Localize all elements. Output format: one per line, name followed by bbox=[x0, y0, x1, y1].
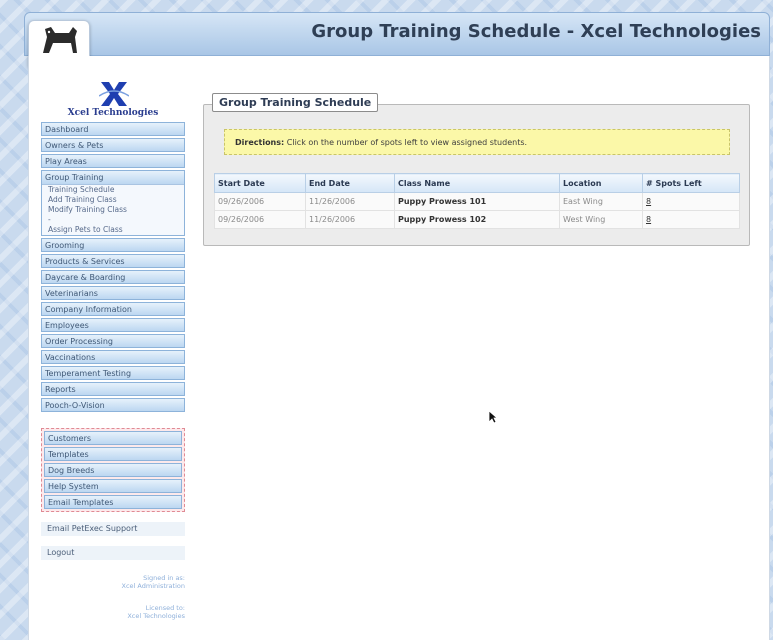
sidebar-item-play-areas[interactable]: Play Areas bbox=[41, 154, 185, 168]
sidebar-item-employees[interactable]: Employees bbox=[41, 318, 185, 332]
sidebar-item-daycare-boarding[interactable]: Daycare & Boarding bbox=[41, 270, 185, 284]
licensed-company: Xcel Technologies bbox=[127, 612, 185, 620]
sidebar-subitem-add-training-class[interactable]: Add Training Class bbox=[42, 195, 184, 205]
sidebar-subitem-assign-pets[interactable]: Assign Pets to Class bbox=[42, 225, 184, 235]
end-date-cell: 11/26/2006 bbox=[305, 210, 395, 229]
directions-label: Directions: bbox=[235, 138, 285, 147]
class-name-cell: Puppy Prowess 101 bbox=[394, 192, 560, 211]
sidebar-item-grooming[interactable]: Grooming bbox=[41, 238, 185, 252]
main-nav: Dashboard Owners & Pets Play Areas Group… bbox=[41, 122, 185, 412]
app-header: Group Training Schedule - Xcel Technolog… bbox=[24, 12, 770, 56]
location-cell: West Wing bbox=[559, 210, 643, 229]
mouse-cursor-icon bbox=[488, 410, 498, 424]
dog-icon bbox=[43, 27, 77, 53]
sidebar-item-company-information[interactable]: Company Information bbox=[41, 302, 185, 316]
schedule-panel: Group Training Schedule Directions: Clic… bbox=[203, 93, 750, 246]
sidebar-item-products-services[interactable]: Products & Services bbox=[41, 254, 185, 268]
location-cell: East Wing bbox=[559, 192, 643, 211]
licensed-note: Licensed to: Xcel Technologies bbox=[41, 604, 185, 620]
end-date-cell: 11/26/2006 bbox=[305, 192, 395, 211]
directions-box: Directions: Click on the number of spots… bbox=[224, 129, 730, 155]
signed-in-label: Signed in as: bbox=[143, 574, 185, 582]
sidebar-subitem-modify-training-class[interactable]: Modify Training Class bbox=[42, 205, 184, 215]
sidebar-item-group-training[interactable]: Group Training bbox=[42, 171, 184, 185]
sidebar-item-customers[interactable]: Customers bbox=[44, 431, 182, 445]
spots-left-link[interactable]: 8 bbox=[642, 210, 740, 229]
sidebar-item-pooch-o-vision[interactable]: Pooch-O-Vision bbox=[41, 398, 185, 412]
signed-in-note: Signed in as: Xcel Administration bbox=[41, 574, 185, 590]
column-header-location[interactable]: Location bbox=[559, 173, 643, 193]
schedule-table: Start Date End Date Class Name Location … bbox=[214, 173, 740, 229]
sidebar-item-order-processing[interactable]: Order Processing bbox=[41, 334, 185, 348]
x-logo-icon bbox=[99, 82, 129, 106]
sidebar-item-help-system[interactable]: Help System bbox=[44, 479, 182, 493]
sidebar-subitem-training-schedule[interactable]: Training Schedule bbox=[42, 185, 184, 195]
sidebar-item-vaccinations[interactable]: Vaccinations bbox=[41, 350, 185, 364]
admin-nav: Customers Templates Dog Breeds Help Syst… bbox=[41, 428, 185, 512]
panel-title: Group Training Schedule bbox=[212, 93, 379, 112]
table-header-row: Start Date End Date Class Name Location … bbox=[214, 173, 740, 193]
sidebar-item-veterinarians[interactable]: Veterinarians bbox=[41, 286, 185, 300]
spots-left-link[interactable]: 8 bbox=[642, 192, 740, 211]
brand-logo: Xcel Technologies bbox=[41, 80, 185, 120]
class-name-cell: Puppy Prowess 102 bbox=[394, 210, 560, 229]
column-header-end-date[interactable]: End Date bbox=[305, 173, 395, 193]
directions-text: Click on the number of spots left to vie… bbox=[286, 138, 528, 147]
sidebar-item-templates[interactable]: Templates bbox=[44, 447, 182, 461]
sidebar-item-reports[interactable]: Reports bbox=[41, 382, 185, 396]
logout-link[interactable]: Logout bbox=[41, 546, 185, 560]
brand-name: Xcel Technologies bbox=[67, 108, 159, 118]
sidebar-group-training: Group Training Training Schedule Add Tra… bbox=[41, 170, 185, 236]
sidebar-subitem-separator: - bbox=[48, 215, 51, 224]
start-date-cell: 09/26/2006 bbox=[214, 210, 306, 229]
email-support-link[interactable]: Email PetExec Support bbox=[41, 522, 185, 536]
sidebar-item-dog-breeds[interactable]: Dog Breeds bbox=[44, 463, 182, 477]
sidebar-item-owners-pets[interactable]: Owners & Pets bbox=[41, 138, 185, 152]
page-title: Group Training Schedule - Xcel Technolog… bbox=[311, 21, 761, 42]
signed-in-user: Xcel Administration bbox=[121, 582, 185, 590]
start-date-cell: 09/26/2006 bbox=[214, 192, 306, 211]
column-header-spots-left[interactable]: # Spots Left bbox=[642, 173, 740, 193]
table-row: 09/26/2006 11/26/2006 Puppy Prowess 101 … bbox=[214, 192, 740, 211]
column-header-class-name[interactable]: Class Name bbox=[394, 173, 560, 193]
sidebar-item-temperament-testing[interactable]: Temperament Testing bbox=[41, 366, 185, 380]
sidebar: Xcel Technologies Dashboard Owners & Pet… bbox=[41, 80, 185, 620]
page-body: Xcel Technologies Dashboard Owners & Pet… bbox=[28, 56, 770, 640]
table-row: 09/26/2006 11/26/2006 Puppy Prowess 102 … bbox=[214, 210, 740, 229]
column-header-start-date[interactable]: Start Date bbox=[214, 173, 306, 193]
sidebar-item-dashboard[interactable]: Dashboard bbox=[41, 122, 185, 136]
sidebar-item-email-templates[interactable]: Email Templates bbox=[44, 495, 182, 509]
licensed-label: Licensed to: bbox=[145, 604, 185, 612]
